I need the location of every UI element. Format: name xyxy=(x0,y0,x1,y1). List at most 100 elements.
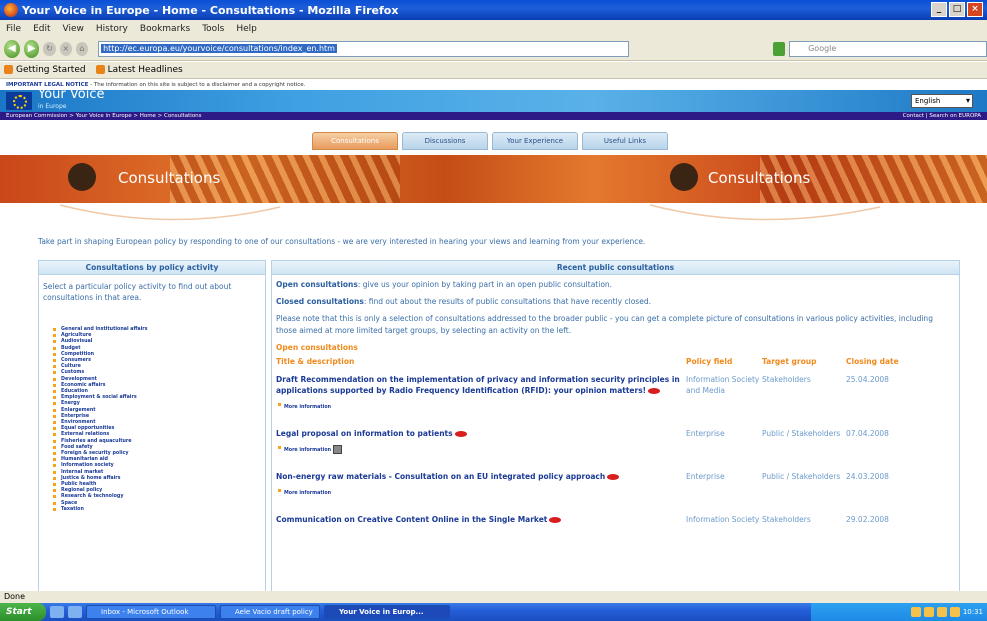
firefox-icon xyxy=(4,3,18,17)
breadcrumb-right-links[interactable]: Contact | Search on EUROPA xyxy=(903,112,981,120)
tray-icon[interactable] xyxy=(910,607,921,617)
consultation-row: Communication on Creative Content Online… xyxy=(276,514,955,525)
open-consultations-title: Open consultations xyxy=(276,343,358,352)
search-input[interactable]: Google xyxy=(789,40,987,57)
selection-note: Please note that this is only a selectio… xyxy=(276,314,933,335)
quicklaunch-outlook-icon[interactable] xyxy=(68,606,82,618)
tab-discussions[interactable]: Discussions xyxy=(402,132,488,150)
banner-title: Consultations xyxy=(118,169,221,187)
go-icon[interactable] xyxy=(772,41,786,56)
col-title: Title & description xyxy=(276,357,355,366)
task-firefox[interactable]: Your Voice in Europ... xyxy=(324,605,450,619)
more-information-link[interactable]: More information xyxy=(278,402,955,414)
tray-icon[interactable] xyxy=(949,607,960,617)
policy-field: Information Society xyxy=(686,515,760,524)
breadcrumb-path[interactable]: European Commission > Your Voice in Euro… xyxy=(6,112,202,120)
home-icon[interactable]: ⌂ xyxy=(75,41,89,56)
closing-date: 24.03.2008 xyxy=(846,472,889,481)
policy-activity-link[interactable]: Taxation xyxy=(53,507,265,513)
breadcrumb: European Commission > Your Voice in Euro… xyxy=(0,112,987,120)
more-information-link[interactable]: More information xyxy=(278,488,955,500)
task-document[interactable]: Aele Vacio draft policy at xyxy=(220,605,320,621)
legal-notice: IMPORTANT LEGAL NOTICE - The information… xyxy=(0,80,987,90)
navigation-toolbar: ◀ ▶ ↻ × ⌂ http://ec.europa.eu/yourvoice/… xyxy=(0,37,987,61)
target-group: Stakeholders xyxy=(762,375,811,384)
back-icon[interactable]: ◀ xyxy=(4,39,20,58)
consultation-title-link[interactable]: Communication on Creative Content Online… xyxy=(276,514,686,525)
consultation-title-link[interactable]: Legal proposal on information to patient… xyxy=(276,428,686,439)
menu-bar: File Edit View History Bookmarks Tools H… xyxy=(0,20,987,37)
site-header: Your Voice in Europe English xyxy=(0,88,987,113)
windows-taskbar: Start Inbox - Microsoft Outlook Aele Vac… xyxy=(0,603,987,621)
tab-consultations[interactable]: Consultations xyxy=(312,132,398,150)
menu-tools[interactable]: Tools xyxy=(202,24,224,34)
stop-icon[interactable]: × xyxy=(59,41,72,56)
closed-consultations-link[interactable]: Closed consultations xyxy=(276,297,364,306)
more-information-link[interactable]: More information xyxy=(278,445,955,457)
site-logo[interactable]: Your Voice in Europe xyxy=(38,88,104,113)
target-group: Public / Stakeholders xyxy=(762,472,841,481)
banner-title: Consultations xyxy=(708,169,811,187)
menu-file[interactable]: File xyxy=(6,24,21,34)
task-outlook[interactable]: Inbox - Microsoft Outlook xyxy=(86,605,216,619)
closing-date: 07.04.2008 xyxy=(846,429,889,438)
eye-icon xyxy=(648,388,661,394)
eu-flag-icon xyxy=(6,92,32,110)
tray-icon[interactable] xyxy=(923,607,934,617)
language-select[interactable]: English xyxy=(911,94,973,108)
maximize-button[interactable]: □ xyxy=(949,2,965,17)
menu-edit[interactable]: Edit xyxy=(33,24,50,34)
consultation-title-link[interactable]: Draft Recommendation on the implementati… xyxy=(276,374,686,396)
url-bar[interactable]: http://ec.europa.eu/yourvoice/consultati… xyxy=(98,40,629,57)
forward-icon[interactable]: ▶ xyxy=(23,39,40,58)
table-header: Title & description Policy field Target … xyxy=(276,356,955,368)
clock: 10:31 xyxy=(962,608,983,616)
start-button[interactable]: Start xyxy=(0,603,46,621)
policy-activity-list: General and institutional affairs Agricul… xyxy=(39,327,265,513)
menu-bookmarks[interactable]: Bookmarks xyxy=(140,24,190,34)
document-icon[interactable] xyxy=(333,445,343,454)
menu-view[interactable]: View xyxy=(63,24,84,34)
col-closing-date: Closing date xyxy=(846,357,899,366)
banner-person-image xyxy=(68,163,96,191)
intro-text: Take part in shaping European policy by … xyxy=(38,237,646,246)
eye-icon xyxy=(607,474,620,480)
col-target-group: Target group xyxy=(762,357,817,366)
eye-icon xyxy=(454,431,467,437)
reload-icon[interactable]: ↻ xyxy=(43,41,56,56)
closing-date: 29.02.2008 xyxy=(846,515,889,524)
policy-field: Information Society and Media xyxy=(686,375,760,395)
window-title: Your Voice in Europe - Home - Consultati… xyxy=(22,3,399,17)
open-consultations-intro: Open consultations: give us your opinion… xyxy=(276,280,613,289)
menu-history[interactable]: History xyxy=(96,24,128,34)
consultation-row: Draft Recommendation on the implementati… xyxy=(276,374,955,396)
page-content: IMPORTANT LEGAL NOTICE - The information… xyxy=(0,80,987,591)
closed-consultations-intro: Closed consultations: find out about the… xyxy=(276,297,651,306)
window-titlebar: Your Voice in Europe - Home - Consultati… xyxy=(0,0,987,20)
system-tray: 10:31 xyxy=(811,603,987,621)
open-consultations-link[interactable]: Open consultations xyxy=(276,280,358,289)
consultation-row: Legal proposal on information to patient… xyxy=(276,428,955,439)
rss-icon xyxy=(95,65,105,74)
consultation-table: Draft Recommendation on the implementati… xyxy=(276,374,955,525)
quicklaunch-ie-icon[interactable] xyxy=(50,606,64,618)
policy-field: Enterprise xyxy=(686,472,725,481)
close-button[interactable]: × xyxy=(967,2,983,17)
menu-help[interactable]: Help xyxy=(236,24,257,34)
bookmark-icon xyxy=(4,65,13,74)
tab-useful-links[interactable]: Useful Links xyxy=(582,132,668,150)
policy-activity-heading: Consultations by policy activity xyxy=(39,261,265,275)
tab-your-experience[interactable]: Your Experience xyxy=(492,132,578,150)
tray-icon[interactable] xyxy=(936,607,947,617)
consultation-title-link[interactable]: Non-energy raw materials - Consultation … xyxy=(276,471,686,482)
eye-icon xyxy=(549,517,562,523)
consultation-row: Non-energy raw materials - Consultation … xyxy=(276,471,955,482)
minimize-button[interactable]: _ xyxy=(931,2,947,17)
bookmark-getting-started[interactable]: Getting Started xyxy=(4,65,86,75)
url-text: http://ec.europa.eu/yourvoice/consultati… xyxy=(101,44,337,53)
bookmark-latest-headlines[interactable]: Latest Headlines xyxy=(95,65,183,75)
section-tabs: Consultations Discussions Your Experienc… xyxy=(312,132,668,150)
policy-field: Enterprise xyxy=(686,429,725,438)
policy-activity-panel: Consultations by policy activity Select … xyxy=(38,260,266,591)
status-bar: Done xyxy=(0,591,987,603)
